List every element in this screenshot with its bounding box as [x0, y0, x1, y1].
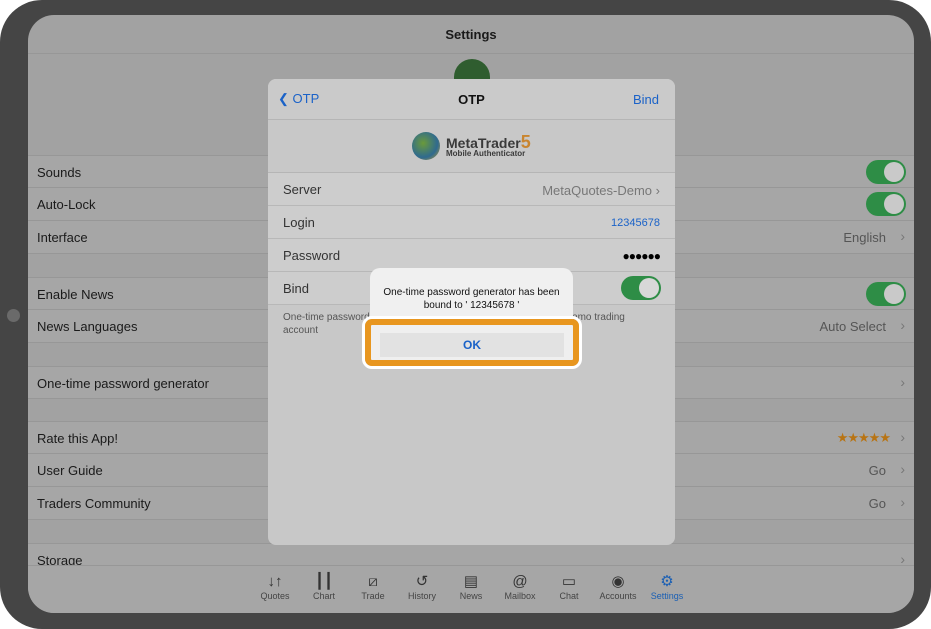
home-button[interactable]	[7, 309, 20, 322]
row-value: Go	[868, 496, 886, 511]
tab-label: Accounts	[599, 591, 637, 601]
field-label: Server	[283, 182, 322, 197]
chart-icon: ┃┃	[314, 573, 334, 590]
tab-bar: ↓↑ Quotes ┃┃ Chart ⧄ Trade ↺ History ▤ News @…	[28, 565, 914, 613]
row-label: Interface	[37, 230, 88, 245]
tab-label: Mailbox	[504, 591, 536, 601]
row-label: One-time password generator	[37, 376, 209, 391]
server-text: MetaQuotes-Demo	[542, 183, 653, 198]
password-field[interactable]: ●●●●●●	[623, 249, 661, 263]
tab-chart[interactable]: ┃┃ Chart	[300, 572, 348, 601]
mailbox-icon: @	[512, 573, 528, 590]
tab-mailbox[interactable]: @ Mailbox	[496, 572, 544, 601]
brand-subtitle: Mobile Authenticator	[446, 149, 526, 158]
tab-label: History	[407, 591, 436, 601]
highlight-box: OK	[365, 319, 579, 366]
row-label: Auto-Lock	[37, 197, 96, 212]
field-label: Password	[283, 248, 341, 263]
enable-news-toggle[interactable]	[866, 282, 906, 306]
login-field[interactable]: 12345678	[611, 217, 660, 229]
bind-button[interactable]: Bind	[633, 92, 659, 107]
accounts-icon: ◉	[611, 573, 625, 590]
tab-chat[interactable]: ▭ Chat	[545, 572, 593, 601]
chat-icon: ▭	[561, 573, 577, 590]
ok-button[interactable]: OK	[380, 333, 564, 357]
rating-stars: ★★★★★	[836, 430, 891, 445]
chevron-right-icon: ›	[655, 183, 660, 198]
history-icon: ↺	[415, 573, 429, 590]
metatrader-logo: MetaTrader5 Mobile Authenticator	[268, 120, 675, 173]
server-row[interactable]: Server MetaQuotes-Demo ›	[268, 173, 675, 206]
row-label: Rate this App!	[37, 431, 118, 446]
quotes-icon: ↓↑	[267, 573, 283, 590]
chevron-right-icon: ›	[900, 374, 905, 390]
tab-news[interactable]: ▤ News	[447, 572, 495, 601]
row-value: English	[843, 230, 886, 245]
sounds-toggle[interactable]	[866, 160, 906, 184]
row-label: Sounds	[37, 165, 82, 180]
trade-icon: ⧄	[368, 573, 378, 590]
login-row[interactable]: Login 12345678	[268, 206, 675, 239]
tab-label: Chat	[559, 591, 579, 601]
ok-highlight: OK	[362, 316, 582, 369]
chevron-right-icon: ›	[900, 494, 905, 510]
gear-icon: ⚙	[660, 573, 674, 590]
row-label: Enable News	[37, 287, 114, 302]
modal-title: OTP	[458, 92, 485, 107]
row-label: News Languages	[37, 319, 138, 334]
tab-label: News	[459, 591, 483, 601]
globe-icon	[412, 132, 440, 160]
row-label: Traders Community	[37, 496, 151, 511]
tab-label: Chart	[312, 591, 335, 601]
field-label: Bind	[283, 281, 310, 296]
bind-toggle[interactable]	[621, 276, 661, 300]
chevron-right-icon: ›	[900, 317, 905, 333]
chevron-right-icon: ›	[900, 228, 905, 244]
chevron-right-icon: ›	[900, 461, 905, 477]
row-label: User Guide	[37, 463, 103, 478]
tab-history[interactable]: ↺ History	[398, 572, 446, 601]
tab-label: Trade	[361, 591, 385, 601]
tab-accounts[interactable]: ◉ Accounts	[594, 572, 642, 601]
tab-settings[interactable]: ⚙ Settings	[643, 572, 691, 601]
tab-quotes[interactable]: ↓↑ Quotes	[251, 572, 299, 601]
modal-header: ❮ OTP OTP Bind	[268, 79, 675, 120]
divider	[28, 53, 914, 54]
row-value: Auto Select	[819, 319, 887, 334]
chevron-right-icon: ›	[900, 429, 905, 445]
page-title: Settings	[445, 27, 497, 42]
server-value: MetaQuotes-Demo ›	[542, 183, 660, 198]
tab-label: Quotes	[260, 591, 290, 601]
field-label: Login	[283, 215, 315, 230]
alert-message: One-time password generator has been bou…	[383, 287, 560, 311]
news-icon: ▤	[463, 573, 479, 590]
row-value: Go	[868, 463, 886, 478]
tab-trade[interactable]: ⧄ Trade	[349, 572, 397, 601]
autolock-toggle[interactable]	[866, 192, 906, 216]
tab-label: Settings	[650, 591, 684, 601]
